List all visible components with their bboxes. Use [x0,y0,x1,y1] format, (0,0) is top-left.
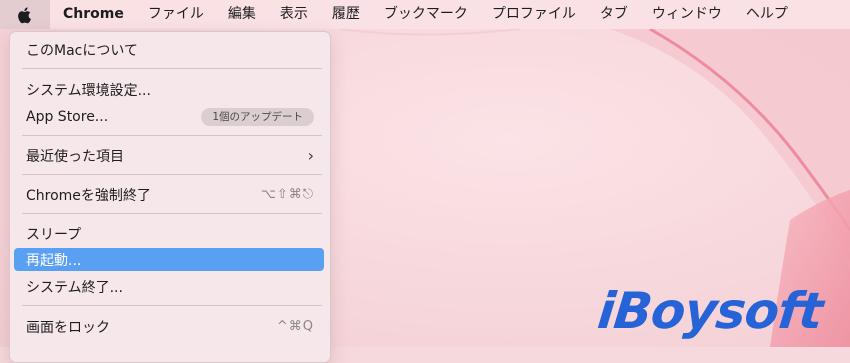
menu-app-name[interactable]: Chrome [50,0,136,29]
apple-menu-dropdown: このMacについて システム環境設定... App Store... 1個のアッ… [9,31,331,363]
menu-item-label: 最近使った項目 [26,148,124,165]
menu-help[interactable]: ヘルプ [734,0,800,29]
menu-tab[interactable]: タブ [588,0,640,29]
menu-item-shutdown[interactable]: システム終了... [14,275,324,298]
menu-item-force-quit[interactable]: Chromeを強制終了 ⌥⇧⌘⎋ [14,183,324,206]
menu-view[interactable]: 表示 [268,0,320,29]
iboysoft-watermark-logo: iBoysoft [594,282,826,340]
menu-item-label: システム終了... [26,279,123,296]
menu-item-lock-screen[interactable]: 画面をロック ^⌘Q [14,315,324,338]
menu-bookmarks[interactable]: ブックマーク [372,0,480,29]
apple-menu-button[interactable] [0,0,50,29]
menu-item-label: 画面をロック [26,319,110,336]
menu-item-label: 再起動... [26,252,82,269]
menu-separator [22,305,322,306]
menu-item-system-preferences[interactable]: システム環境設定... [14,78,324,101]
menu-separator [22,135,322,136]
update-badge: 1個のアップデート [201,107,314,126]
menu-item-label: Chromeを強制終了 [26,187,151,204]
menu-item-app-store[interactable]: App Store... 1個のアップデート [14,105,324,128]
menu-separator [22,68,322,69]
menu-separator [22,213,322,214]
menu-item-label: スリープ [26,226,82,243]
lock-screen-shortcut: ^⌘Q [276,319,314,334]
menu-file[interactable]: ファイル [136,0,216,29]
menu-edit[interactable]: 編集 [216,0,268,29]
menu-history[interactable]: 履歴 [320,0,372,29]
chevron-right-icon: › [307,146,314,165]
menu-profiles[interactable]: プロファイル [480,0,588,29]
menu-window[interactable]: ウィンドウ [640,0,734,29]
menu-item-restart[interactable]: 再起動... [14,248,324,271]
menu-item-sleep[interactable]: スリープ [14,222,324,245]
menu-item-about[interactable]: このMacについて [14,38,324,61]
menu-item-label: このMacについて [26,42,138,59]
force-quit-shortcut: ⌥⇧⌘⎋ [260,187,314,202]
menu-item-label: App Store... [26,108,109,125]
menu-item-label: システム環境設定... [26,82,151,99]
menu-bar: Chrome ファイル 編集 表示 履歴 ブックマーク プロファイル タブ ウィ… [0,0,850,29]
menu-separator [22,174,322,175]
menu-item-recent-items[interactable]: 最近使った項目 › [14,144,324,167]
apple-icon [18,6,31,23]
